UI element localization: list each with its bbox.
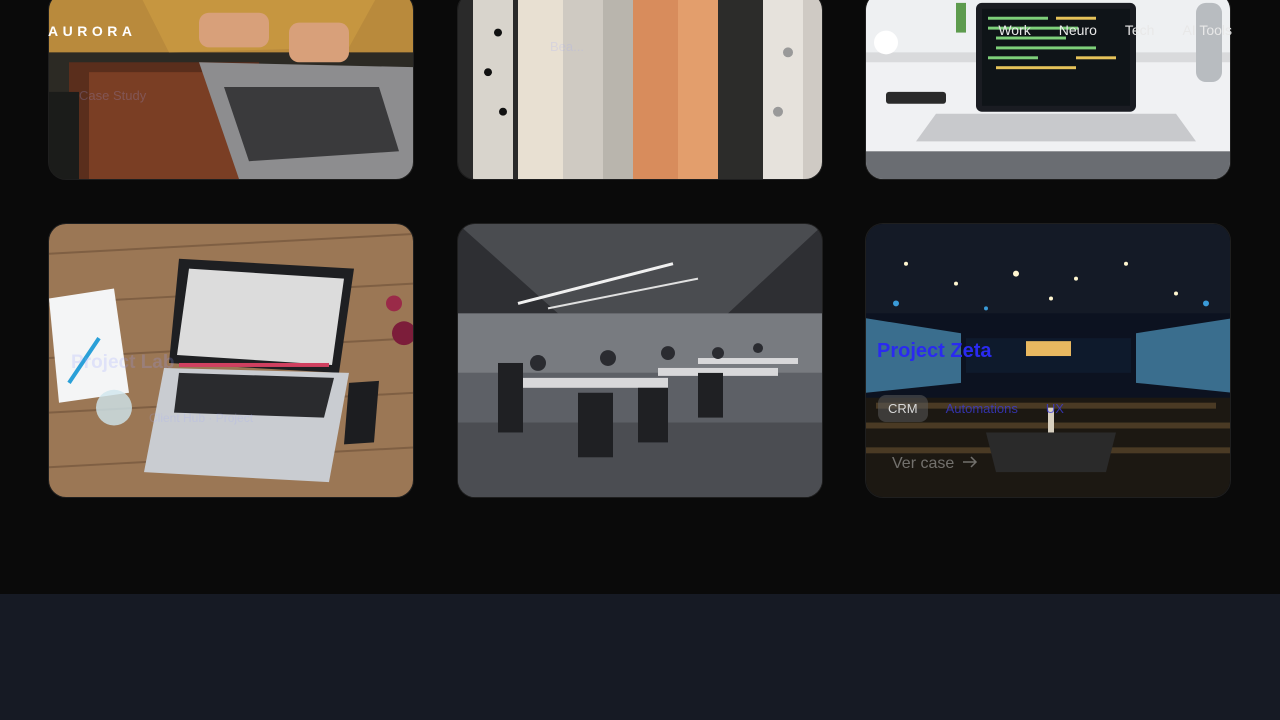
- main-nav: Work Neuro Tech AI Tools: [998, 22, 1232, 38]
- tag-ux: UX: [1045, 401, 1064, 416]
- view-case-label: Ver case: [892, 455, 955, 472]
- card-ghost-subtitle: Client Hub · Project: [149, 411, 254, 425]
- project-card-zeta[interactable]: Project Zeta CRM Automations UX Ver case: [865, 223, 1231, 498]
- card-ghost-label: Case Study: [79, 88, 147, 103]
- tag-crm: CRM: [878, 395, 928, 422]
- nav-link-neuro[interactable]: Neuro: [1059, 22, 1097, 38]
- card-ghost-title: Project Lab: [71, 352, 175, 373]
- logo[interactable]: AURORA: [48, 23, 136, 39]
- arrow-right-icon: [962, 455, 978, 473]
- footer-band: [0, 594, 1280, 720]
- site-header: AURORA Work Neuro Tech AI Tools: [0, 0, 1280, 62]
- nav-link-ai-tools[interactable]: AI Tools: [1182, 22, 1232, 38]
- card-image-open-office: [458, 224, 822, 497]
- project-card-4[interactable]: Project Lab Client Hub · Project: [48, 223, 414, 498]
- project-tags: CRM Automations UX: [878, 395, 1074, 422]
- nav-link-tech[interactable]: Tech: [1125, 22, 1155, 38]
- nav-link-work[interactable]: Work: [998, 22, 1030, 38]
- project-title[interactable]: Project Zeta: [877, 340, 991, 363]
- project-card-5[interactable]: [457, 223, 823, 498]
- view-case-link[interactable]: Ver case: [892, 455, 978, 473]
- tag-automations: Automations: [945, 401, 1018, 416]
